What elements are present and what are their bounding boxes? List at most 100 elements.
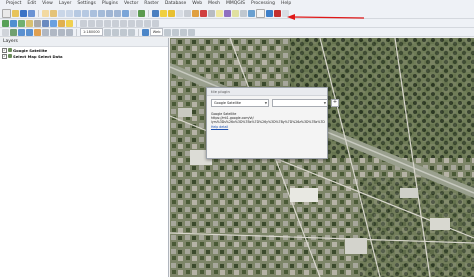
digitize-point-icon[interactable]	[80, 19, 87, 27]
zoom-selection-icon[interactable]	[82, 9, 89, 17]
second-select[interactable]: ▼	[272, 99, 328, 107]
show-bookmarks-icon[interactable]	[248, 9, 255, 17]
new-layer-icon[interactable]	[58, 19, 65, 27]
text-annotation-icon[interactable]	[256, 8, 265, 18]
refresh-icon[interactable]	[138, 9, 145, 17]
graphical-modeler-icon[interactable]	[111, 28, 119, 36]
processing-icon[interactable]	[103, 28, 111, 36]
digitize-line-icon[interactable]	[88, 19, 95, 27]
history-icon[interactable]	[119, 28, 127, 36]
map-tips-icon[interactable]	[232, 9, 239, 17]
add-geopackage-icon[interactable]	[66, 28, 73, 36]
web-combo[interactable]: Web	[149, 28, 164, 36]
menu-raster[interactable]: Raster	[144, 0, 159, 8]
layer-checkbox[interactable]: ✓	[2, 53, 7, 59]
delete-icon[interactable]	[112, 19, 119, 27]
results-icon[interactable]	[127, 28, 135, 36]
new-map-view-icon[interactable]	[122, 9, 129, 17]
zoom-full-icon[interactable]	[74, 9, 81, 17]
new-project-icon[interactable]	[2, 8, 11, 18]
menu-project[interactable]: Project	[6, 0, 21, 8]
layer-checkbox[interactable]: ✓	[2, 47, 7, 53]
save-project-icon[interactable]	[20, 9, 27, 17]
toolbar-separator	[38, 9, 39, 17]
undo-icon[interactable]	[144, 19, 151, 27]
add-wfs-icon[interactable]	[18, 28, 25, 36]
add-point-cloud-icon[interactable]	[50, 28, 57, 36]
deselect-icon[interactable]	[168, 9, 175, 17]
zoom-in-icon[interactable]	[58, 9, 65, 17]
menu-processing[interactable]: Processing	[251, 0, 275, 8]
menu-layer[interactable]: Layer	[59, 0, 72, 8]
zoom-layer-icon[interactable]	[90, 9, 97, 17]
field-calculator-icon[interactable]	[184, 9, 191, 17]
add-raster-icon[interactable]	[10, 19, 17, 27]
tracing-icon[interactable]	[180, 28, 188, 36]
add-csv-icon[interactable]	[10, 28, 17, 36]
cut-icon[interactable]	[120, 19, 127, 27]
paste-icon[interactable]	[136, 19, 143, 27]
snapping-icon[interactable]	[172, 28, 180, 36]
bookmark-icon[interactable]	[240, 9, 247, 17]
menu-settings[interactable]: Settings	[77, 0, 95, 8]
add-wms-icon[interactable]	[50, 19, 57, 27]
map-settings-icon[interactable]	[164, 28, 172, 36]
open-project-icon[interactable]	[12, 9, 19, 17]
add-delimited-text-icon[interactable]	[26, 19, 33, 27]
layer-item-select-map[interactable]: ✓ Select Map Select Data	[0, 53, 168, 59]
add-vector-tile-icon[interactable]	[42, 28, 49, 36]
toolbox-icon[interactable]	[192, 9, 199, 17]
globe-icon[interactable]	[266, 9, 273, 17]
pan-icon[interactable]	[42, 9, 49, 17]
menu-database[interactable]: Database	[165, 0, 186, 8]
label-icon[interactable]	[224, 9, 231, 17]
edit-icon[interactable]	[66, 19, 73, 27]
zoom-native-icon[interactable]	[98, 9, 105, 17]
vertex-tool-icon[interactable]	[104, 19, 111, 27]
menu-edit[interactable]: Edit	[27, 0, 36, 8]
toolbar-separator	[76, 28, 77, 36]
plugin-icon[interactable]	[282, 9, 289, 17]
add-postgis-icon[interactable]	[42, 19, 49, 27]
help-link[interactable]: Help detail	[211, 125, 323, 129]
layer-style-icon[interactable]	[2, 28, 9, 36]
advanced-digitizing-icon[interactable]	[188, 28, 196, 36]
menu-mesh[interactable]: Mesh	[208, 0, 220, 8]
pan-to-selection-icon[interactable]	[50, 9, 57, 17]
menu-view[interactable]: View	[42, 0, 53, 8]
add-mesh-icon[interactable]	[18, 19, 25, 27]
copy-icon[interactable]	[128, 19, 135, 27]
service-params: lyrs%3Ds%26x%3D%7Bx%7D%26y%3D%7By%7D%26z…	[211, 120, 325, 125]
statistics-icon[interactable]	[200, 9, 207, 17]
menu-plugins[interactable]: Plugins	[102, 0, 118, 8]
zoom-out-icon[interactable]	[66, 9, 73, 17]
menu-mmqgis[interactable]: MMQGIS	[226, 0, 245, 8]
scale-combo[interactable]: 1:180000	[80, 28, 103, 36]
zoom-last-icon[interactable]	[106, 9, 113, 17]
tile-plugin-icon[interactable]	[274, 9, 281, 17]
add-virtual-layer-icon[interactable]	[58, 28, 65, 36]
save-as-icon[interactable]	[28, 9, 35, 17]
menu-bar: Project Edit View Layer Settings Plugins…	[0, 0, 474, 8]
toolbar-separator	[137, 28, 139, 36]
select-icon[interactable]	[160, 9, 167, 17]
measure-icon[interactable]	[208, 9, 215, 17]
menu-web[interactable]: Web	[192, 0, 202, 8]
identify-icon[interactable]	[152, 9, 159, 17]
service-select[interactable]: Google Satellite ▼	[211, 99, 269, 107]
add-spatialite-icon[interactable]	[34, 19, 41, 27]
menu-vector[interactable]: Vector	[124, 0, 138, 8]
menu-help[interactable]: Help	[281, 0, 291, 8]
add-button[interactable]: +	[331, 99, 339, 107]
attribute-table-icon[interactable]	[176, 9, 183, 17]
add-wcs-icon[interactable]	[26, 28, 33, 36]
add-vector-icon[interactable]	[2, 19, 9, 27]
digitize-polygon-icon[interactable]	[96, 19, 103, 27]
add-xyz-icon[interactable]	[34, 28, 41, 36]
temporal-icon[interactable]	[130, 9, 137, 17]
web-icon[interactable]	[141, 28, 149, 36]
redo-icon[interactable]	[152, 19, 159, 27]
zoom-next-icon[interactable]	[114, 9, 121, 17]
annotation-icon[interactable]	[216, 9, 223, 17]
chevron-down-icon: ▼	[323, 101, 326, 105]
